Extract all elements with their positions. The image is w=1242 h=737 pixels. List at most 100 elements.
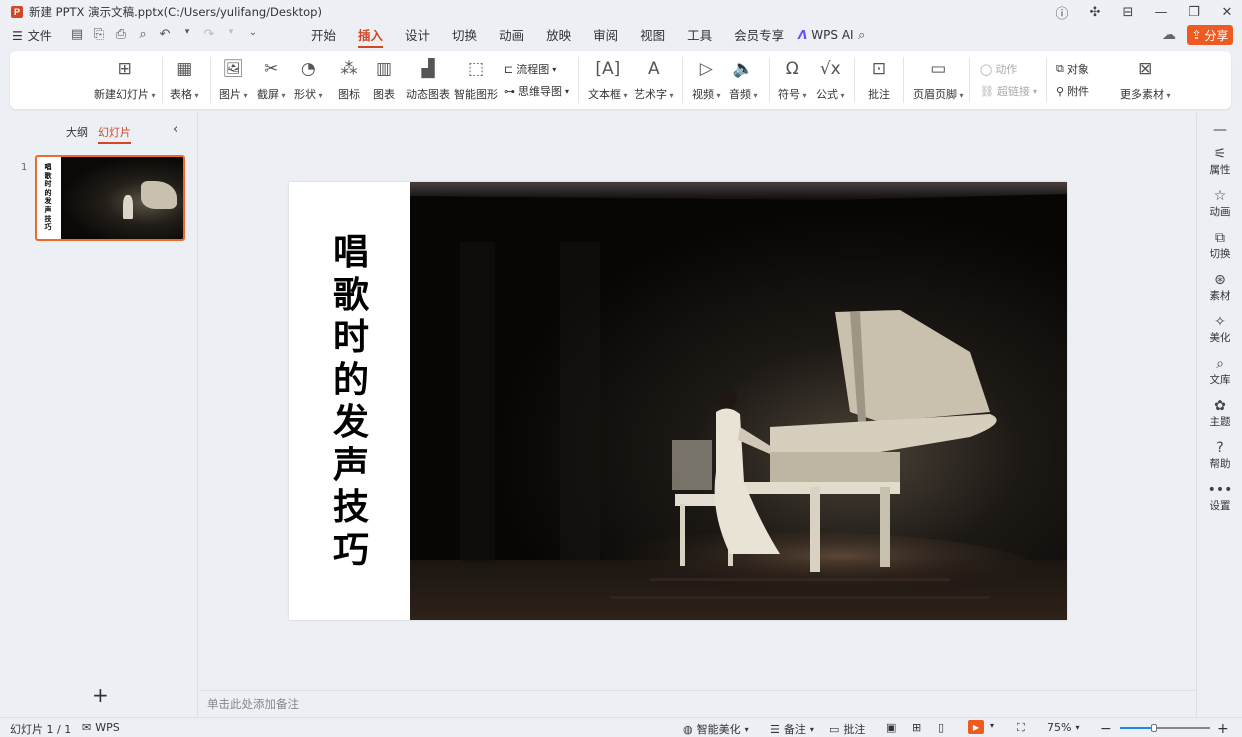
print-preview-icon[interactable]: ⌕ [134,27,152,42]
redo-icon[interactable]: ↷ [200,27,218,42]
hyperlink-button[interactable]: ⛓ 超链接 ▾ [980,83,1037,99]
sidebar-item-animation[interactable]: ☆ 动画 [1197,189,1242,219]
attachment-button[interactable]: ⚲ 附件 [1056,83,1089,99]
table-button[interactable]: ▦ 表格 [170,57,199,102]
formula-button[interactable]: √x 公式 [816,57,845,102]
save-icon[interactable]: ▤ [68,27,86,42]
dynamic-chart-button[interactable]: ▟ 动态图表 [406,57,450,102]
play-slideshow-button[interactable]: ▶ [968,720,984,734]
smart-beautify-button[interactable]: ◍ 智能美化 ▾ [683,721,749,737]
add-slide-icon[interactable]: + [92,683,109,707]
tab-insert[interactable]: 插入 [347,24,394,48]
wps-account-button[interactable]: ✉ WPS [82,721,120,734]
wordart-button[interactable]: A 艺术字 [634,57,674,102]
zoom-in-button[interactable]: + [1217,721,1229,737]
slide-sorter-button[interactable]: ⊞ [912,721,921,734]
flowchart-button[interactable]: ⊏ 流程图 ▾ [504,61,556,77]
chart-button[interactable]: ▥ 图表 [370,57,398,102]
audio-button[interactable]: 🔈 音频 [729,57,758,102]
sidebar-item-library[interactable]: ⌕ 文库 [1197,357,1242,387]
fit-window-button[interactable]: ⛶ [1017,721,1025,735]
collapse-pane-icon[interactable]: ‹ [173,122,178,137]
tab-slideshow[interactable]: 放映 [535,24,582,48]
symbol-label: 符号 [778,86,807,102]
shape-button[interactable]: ◔ 形状 [294,57,323,102]
tab-review[interactable]: 审阅 [582,24,629,48]
undo-dropdown-icon[interactable]: ▾ [178,27,196,42]
reading-view-button[interactable]: ▯ [938,721,944,734]
file-menu-button[interactable]: ☰ 文件 [12,27,52,44]
sidebar-collapse[interactable]: — [1197,123,1242,138]
mindmap-button[interactable]: ⊶ 思维导图 ▾ [504,83,569,99]
icon-button[interactable]: ⁂ 图标 [335,57,363,102]
header-footer-button[interactable]: ▭ 页眉页脚 [913,57,964,102]
sidebar-item-properties[interactable]: ⚟ 属性 [1197,147,1242,177]
tab-slides[interactable]: 幻灯片 [98,124,131,144]
ribbon-separator [903,57,904,103]
info-icon[interactable]: ⓘ [1047,0,1077,24]
shape-icon: ◔ [300,59,316,79]
cloud-sync-icon[interactable]: ☁ [1162,27,1176,43]
object-button[interactable]: ⧉ 对象 [1056,61,1089,77]
sidebar-item-assets[interactable]: ⊛ 素材 [1197,273,1242,303]
video-button[interactable]: ▷ 视频 [692,57,721,102]
smart-graphic-button[interactable]: ⬚ 智能图形 [454,57,498,102]
sidebar-item-transition[interactable]: ⧉ 切换 [1197,231,1242,261]
share-button[interactable]: ⇪ 分享 [1187,25,1233,45]
sidebar-item-beautify[interactable]: ✧ 美化 [1197,315,1242,345]
tab-home[interactable]: 开始 [300,24,347,48]
thumbnail-photo [61,157,183,239]
tab-member[interactable]: 会员专享 [723,24,795,48]
tab-design[interactable]: 设计 [394,24,441,48]
new-slide-button[interactable]: ⊞ 新建幻灯片 [94,57,156,102]
textbox-button[interactable]: [A] 文本框 [588,57,628,102]
sidebar-item-help[interactable]: ? 帮助 [1197,441,1242,471]
search-icon[interactable]: ⌕ [858,28,865,43]
picture-button[interactable]: 🖼 图片 [219,57,248,102]
sidebar-item-settings[interactable]: ••• 设置 [1197,483,1242,513]
tab-animations[interactable]: 动画 [488,24,535,48]
redo-dropdown-icon[interactable]: ▾ [222,27,240,42]
action-button[interactable]: ◯ 动作 [980,61,1017,77]
play-icon: ▶ [972,722,980,732]
play-dropdown-button[interactable]: ▾ [990,721,994,730]
screenshot-button[interactable]: ✂ 截屏 [257,57,286,102]
undo-icon[interactable]: ↶ [156,27,174,42]
beautify-icon: ✧ [1214,314,1226,330]
slide-canvas[interactable]: 唱歌时的发声技巧 [289,182,1067,620]
normal-view-button[interactable]: ▣ [886,721,896,734]
tab-outline[interactable]: 大纲 [66,124,88,144]
sidebar-item-theme[interactable]: ✿ 主题 [1197,399,1242,429]
close-button[interactable]: ✕ [1212,0,1242,24]
notes-toggle-button[interactable]: ☰ 备注 ▾ [770,721,814,737]
pianist-photo[interactable] [410,182,1067,620]
action-icon: ◯ [980,62,993,76]
notes-pane[interactable]: 单击此处添加备注 [199,690,1196,717]
textbox-label: 文本框 [588,86,628,102]
slide-thumbnail[interactable]: 唱歌时的发声技巧 [35,155,185,241]
symbol-button[interactable]: Ω 符号 [778,57,807,102]
comments-toggle-button[interactable]: ▭ 批注 [829,721,865,737]
zoom-level-button[interactable]: 75% ▾ [1047,721,1079,734]
restore-layout-icon[interactable]: ⊟ [1113,0,1143,24]
more-assets-button[interactable]: ⊠ 更多素材 [1120,57,1171,102]
slide-title[interactable]: 唱歌时的发声技巧 [329,232,373,572]
pin-icon[interactable]: ✣ [1080,0,1110,24]
mindmap-label: 思维导图 [518,85,562,98]
minimize-button[interactable]: — [1146,0,1176,24]
customize-toolbar-icon[interactable]: ⌄ [244,27,262,42]
tab-view[interactable]: 视图 [629,24,676,48]
zoom-out-button[interactable]: − [1100,721,1112,737]
textbox-icon: [A] [595,59,621,79]
maximize-button[interactable]: ❐ [1179,0,1209,24]
zoom-slider[interactable] [1120,724,1210,732]
transition-icon: ⧉ [1215,230,1225,246]
wps-ai-button[interactable]: Λ WPS AI [798,28,854,42]
table-label: 表格 [170,86,199,102]
print-icon[interactable]: ⎙ [112,27,130,42]
comment-button[interactable]: ⊡ 批注 [865,57,893,102]
export-icon[interactable]: ⎘ [90,27,108,42]
tab-transitions[interactable]: 切换 [441,24,488,48]
tab-tools[interactable]: 工具 [676,24,723,48]
zoom-slider-handle[interactable] [1151,724,1158,732]
